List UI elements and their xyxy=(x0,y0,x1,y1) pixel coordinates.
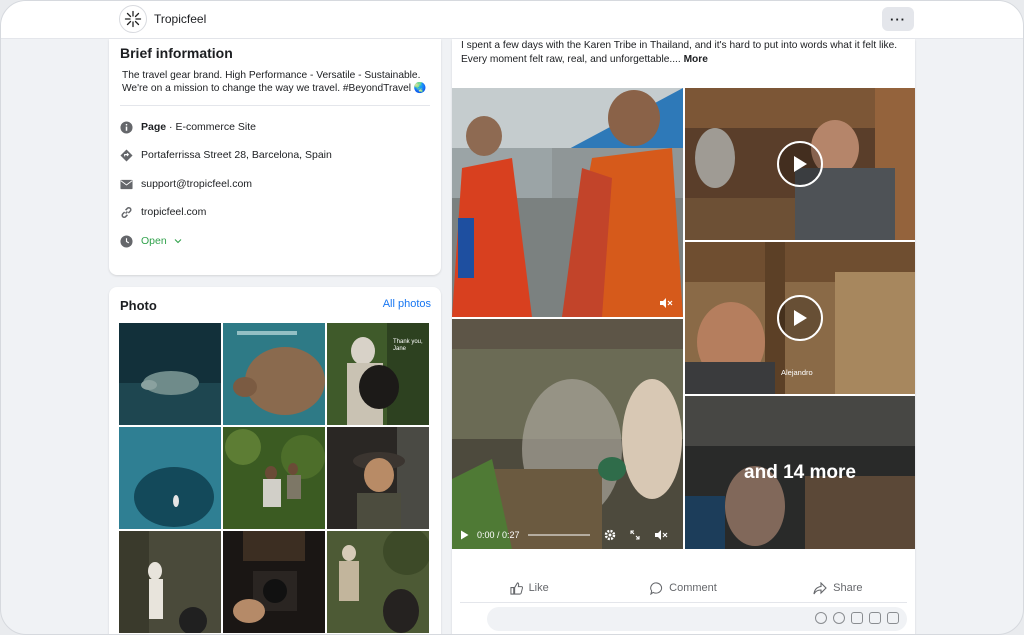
app-window: Tropicfeel ··· Brief information The tra… xyxy=(0,0,1024,635)
post-text-line: I spent a few days with the Karen Tribe … xyxy=(461,40,898,51)
clock-icon xyxy=(119,234,133,248)
page-name[interactable]: Tropicfeel xyxy=(154,12,206,26)
photo-thumb-forest-figure[interactable] xyxy=(119,531,221,633)
comment-label: Comment xyxy=(669,582,717,594)
photo-monks[interactable] xyxy=(452,88,683,317)
website-row[interactable]: tropicfeel.com xyxy=(119,204,206,220)
video-cooking[interactable]: 0:00 / 0:27 xyxy=(452,319,683,549)
share-arrow-icon xyxy=(813,581,827,594)
photo-thumb-ocean-aerial[interactable] xyxy=(119,427,221,529)
photo-section-title: Photo xyxy=(120,298,157,313)
location-icon xyxy=(119,148,133,162)
more-count-overlay: and 14 more xyxy=(685,396,915,549)
comment-button[interactable]: Comment xyxy=(606,576,760,600)
address-row[interactable]: Portaferrissa Street 28, Barcelona, Spai… xyxy=(119,147,332,163)
post-action-bar: Like Comment Share xyxy=(452,576,915,600)
chevron-down-icon xyxy=(174,239,181,244)
email-text: support@tropicfeel.com xyxy=(141,178,253,190)
thumb-caption: Thank you, Jane xyxy=(393,339,423,352)
more-media-tile[interactable]: and 14 more xyxy=(685,396,915,549)
like-label: Like xyxy=(528,582,549,594)
post-text: I spent a few days with the Karen Tribe … xyxy=(461,39,911,66)
video-alejandro[interactable]: Alejandro xyxy=(685,242,915,394)
page-description: The travel gear brand. High Performance … xyxy=(122,70,427,94)
photo-thumb-jungle-woman[interactable] xyxy=(327,531,429,633)
divider xyxy=(460,602,907,603)
play-button[interactable] xyxy=(777,295,823,341)
fullscreen-icon xyxy=(629,530,640,540)
category-text: Page · E-commerce Site xyxy=(141,121,256,133)
page-avatar[interactable] xyxy=(119,5,147,33)
gif-icon[interactable] xyxy=(869,612,881,624)
play-button[interactable] xyxy=(777,141,823,187)
emoji-icon[interactable] xyxy=(833,612,845,624)
camera-icon[interactable] xyxy=(851,612,863,624)
see-more-link[interactable]: More xyxy=(684,54,708,65)
hours-row[interactable]: Open xyxy=(119,233,182,249)
post-card: I spent a few days with the Karen Tribe … xyxy=(452,39,915,634)
comment-tools xyxy=(815,612,899,624)
address-text: Portaferrissa Street 28, Barcelona, Spai… xyxy=(141,149,332,161)
post-text-line: Every moment felt raw, real, and unforge… xyxy=(461,53,708,65)
photo-thumb-jungle-hike[interactable] xyxy=(223,427,325,529)
photo-thumb-jane-goodall[interactable]: Thank you, Jane xyxy=(327,323,429,425)
brief-information-card: Brief information The travel gear brand.… xyxy=(109,39,441,275)
comment-bubble-icon xyxy=(650,581,663,595)
all-photos-link[interactable]: All photos xyxy=(383,298,431,310)
mute-icon xyxy=(654,530,667,540)
share-label: Share xyxy=(833,582,863,594)
comment-input[interactable] xyxy=(487,607,907,631)
brief-information-title: Brief information xyxy=(120,45,233,61)
video-hut-man[interactable] xyxy=(685,88,915,240)
mute-icon xyxy=(660,298,673,308)
like-button[interactable]: Like xyxy=(452,576,606,600)
photo-card: Photo All photos Thank you, Jane xyxy=(109,287,441,634)
avatar-sticker-icon[interactable] xyxy=(815,612,827,624)
website-text: tropicfeel.com xyxy=(141,206,207,218)
video-caption: Alejandro xyxy=(781,368,813,377)
thumbs-up-icon xyxy=(509,581,523,595)
sun-asterisk-logo-icon xyxy=(124,10,142,28)
email-icon xyxy=(119,177,133,191)
email-row[interactable]: support@tropicfeel.com xyxy=(119,176,252,192)
hours-status: Open xyxy=(141,235,182,247)
divider xyxy=(120,105,430,106)
category-row: Page · E-commerce Site xyxy=(119,119,256,135)
photo-thumb-turtle-closeup[interactable] xyxy=(223,323,325,425)
link-icon xyxy=(119,205,133,219)
more-options-button[interactable]: ··· xyxy=(882,7,914,31)
play-icon xyxy=(794,156,807,172)
video-time: 0:00 / 0:27 xyxy=(477,530,520,540)
top-bar: Tropicfeel ··· xyxy=(1,1,1023,39)
photo-thumb-turtle-dark[interactable] xyxy=(119,323,221,425)
info-icon xyxy=(119,120,133,134)
share-button[interactable]: Share xyxy=(761,576,915,600)
video-progress-bar[interactable] xyxy=(527,534,590,536)
photo-thumb-traveler-hat[interactable] xyxy=(327,427,429,529)
play-icon xyxy=(461,530,469,540)
video-controls: 0:00 / 0:27 xyxy=(452,521,683,549)
play-icon xyxy=(794,310,807,326)
sticker-icon[interactable] xyxy=(887,612,899,624)
photo-thumb-camera[interactable] xyxy=(223,531,325,633)
settings-gear-icon xyxy=(604,529,615,541)
